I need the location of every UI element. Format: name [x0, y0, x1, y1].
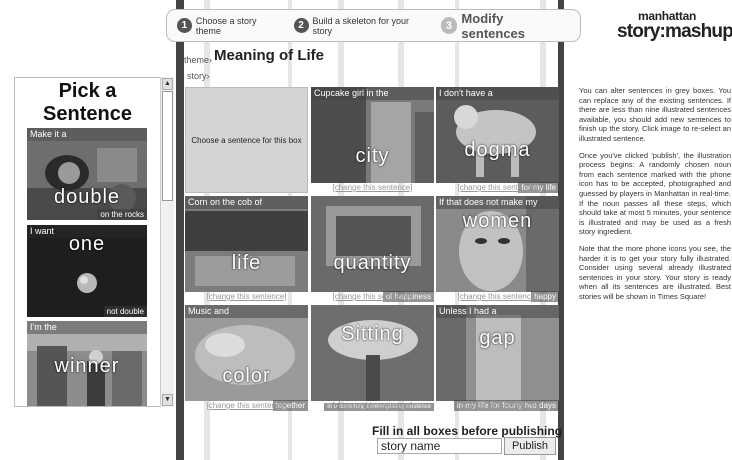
sentence-prefix: Cupcake girl in the: [311, 87, 434, 100]
picker-title: Pick a Sentence: [15, 80, 160, 126]
photo-doorway-image: [436, 305, 559, 401]
change-sentence-link[interactable]: [change this sentence]: [311, 292, 434, 302]
instructions-paragraph: You can alter sentences in grey boxes. Y…: [579, 86, 731, 143]
picker-title-line1: Pick a: [58, 80, 117, 102]
sentence-noun: winner: [54, 355, 120, 377]
story-sentence-cell[interactable]: Unless I had a gap in my life for fourty…: [436, 305, 559, 411]
step-number: 1: [177, 18, 192, 33]
story-sentence-cell[interactable]: quantity of happiness [change this sente…: [311, 196, 434, 302]
change-sentence-link[interactable]: [change this sentence]: [311, 401, 434, 411]
story-sentence-cell[interactable]: Cupcake girl in the city [change this se…: [311, 87, 434, 193]
instructions-panel: You can alter sentences in grey boxes. Y…: [579, 86, 731, 308]
change-sentence-link[interactable]: [change this sentence]: [185, 292, 308, 302]
sentence-noun: women: [462, 210, 533, 232]
change-sentence-link[interactable]: [change this sentence]: [436, 401, 559, 411]
instructions-paragraph: Once you've clicked 'publish', the illus…: [579, 150, 731, 237]
photo-display-image: [311, 196, 434, 292]
sentence-prefix: Unless I had a: [436, 305, 559, 318]
sentence-prefix: I don't have a: [436, 87, 559, 100]
change-sentence-link[interactable]: [change this sentence]: [185, 401, 308, 411]
sentence-suffix: on the rocks: [97, 209, 147, 220]
step-number: 3: [440, 17, 458, 34]
sentence-noun: quantity: [333, 252, 412, 274]
sentence-noun: Sitting: [341, 323, 404, 345]
step-build-skeleton[interactable]: 2 Build a skeleton for your story: [293, 15, 431, 36]
photo-city-image: [311, 87, 434, 183]
change-sentence-link[interactable]: [change this sentence]: [311, 183, 434, 193]
picker-title-line2: Sentence: [43, 103, 132, 125]
change-sentence-link[interactable]: [change this sentence]: [436, 183, 559, 193]
scroll-down-arrow-icon[interactable]: ▼: [162, 394, 173, 406]
app-logo[interactable]: manhattan story:mashup: [617, 10, 732, 42]
picker-scrollbar[interactable]: ▲ ▼: [160, 77, 174, 407]
instructions-paragraph: Note that the more phone icons you see, …: [579, 243, 731, 301]
photo-dog-image: [436, 87, 559, 183]
step-label: Modify sentences: [461, 10, 526, 41]
change-sentence-link[interactable]: [change this sentence]: [436, 292, 559, 302]
publish-button[interactable]: Publish: [504, 437, 556, 455]
photo-stool-image: [311, 305, 434, 401]
step-number: 2: [293, 18, 309, 33]
step-label: Build a skeleton for your story: [312, 15, 410, 36]
scrollbar-thumb[interactable]: [162, 91, 173, 201]
scroll-up-arrow-icon[interactable]: ▲: [162, 78, 173, 90]
sentence-noun: gap: [479, 327, 516, 349]
sentence-card[interactable]: I'm the winner: [27, 321, 147, 406]
bg-stripe: [176, 0, 184, 460]
story-label: story›: [187, 71, 210, 81]
sentence-noun: dogma: [464, 139, 531, 161]
sentence-noun: city: [355, 145, 390, 167]
publish-hint: Fill in all boxes before publishing: [372, 424, 563, 438]
sentence-prefix: Corn on the cob of: [185, 196, 308, 209]
sentence-suffix: not double: [103, 306, 147, 317]
empty-sentence-box[interactable]: Choose a sentence for this box: [185, 87, 308, 193]
story-name-input[interactable]: [377, 438, 502, 454]
photo-sign-image: [185, 196, 308, 292]
sentence-prefix: Music and: [185, 305, 308, 318]
theme-title: Meaning of Life: [214, 47, 324, 64]
sentence-noun: one: [68, 233, 106, 255]
story-sentence-cell[interactable]: Corn on the cob of life [change this sen…: [185, 196, 308, 302]
step-choose-theme[interactable]: 1 Choose a story theme: [177, 16, 284, 36]
sentence-prefix: I'm the: [27, 321, 147, 334]
sentence-noun: life: [231, 252, 262, 274]
story-sentence-cell[interactable]: Sitting in a dormitory, contemplating ex…: [311, 305, 434, 411]
sentence-picker-panel: Pick a Sentence Make it a double on the …: [14, 77, 174, 407]
step-modify-sentences: 3 Modify sentences: [440, 10, 571, 41]
logo-line2: story:mashup: [617, 21, 732, 42]
story-grid: Choose a sentence for this box Cupcake g…: [185, 87, 559, 412]
story-sentence-cell[interactable]: I don't have a dogma for my life [change…: [436, 87, 559, 193]
sentence-card[interactable]: Make it a double on the rocks: [27, 128, 147, 220]
theme-label: theme›: [184, 55, 213, 65]
sentence-noun: double: [53, 186, 121, 208]
sentence-prefix: Make it a: [27, 128, 147, 141]
step-label: Choose a story theme: [195, 15, 257, 36]
step-indicator: 1 Choose a story theme 2 Build a skeleto…: [166, 9, 581, 42]
sentence-prefix: If that does not make my: [436, 196, 559, 209]
story-sentence-cell[interactable]: Music and color together [change this se…: [185, 305, 308, 411]
sentence-card[interactable]: I want one not double: [27, 225, 147, 317]
story-sentence-cell[interactable]: If that does not make my women happy [ch…: [436, 196, 559, 302]
sentence-noun: color: [222, 365, 271, 387]
